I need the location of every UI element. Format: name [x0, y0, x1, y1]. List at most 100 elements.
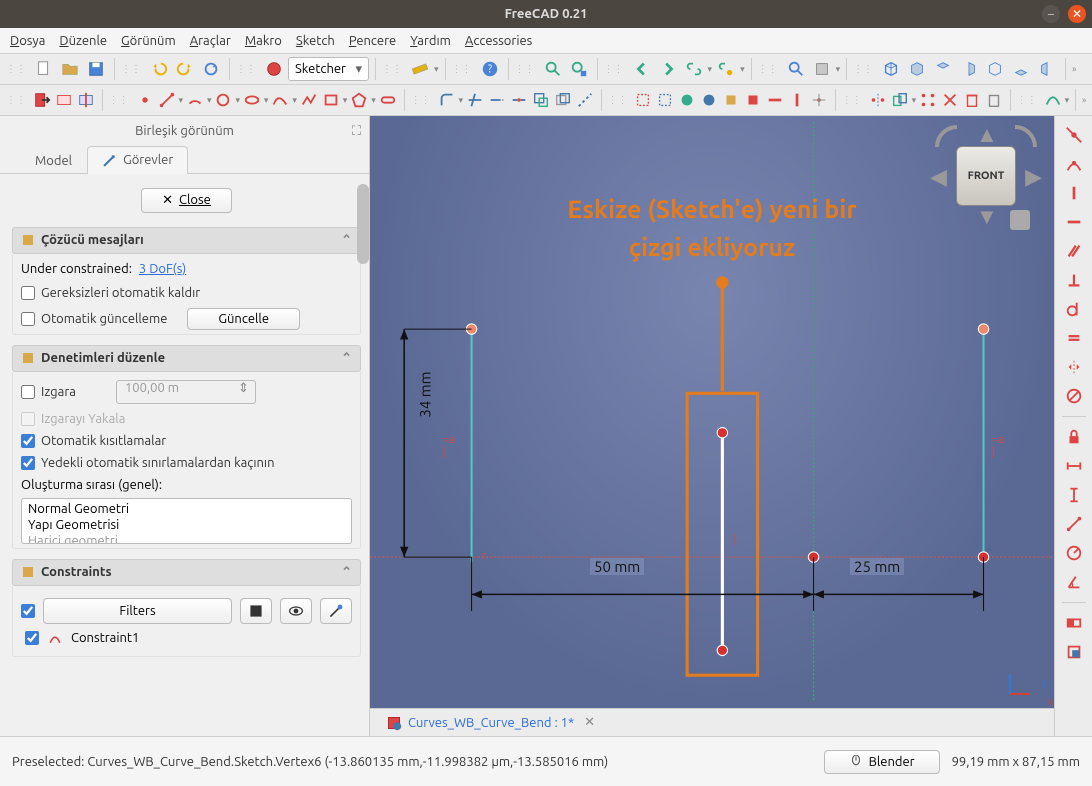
- redo-icon[interactable]: [173, 57, 197, 81]
- select-origin-icon[interactable]: [809, 88, 829, 112]
- select-conflicting-icon[interactable]: [743, 88, 763, 112]
- menu-macro[interactable]: Makro: [245, 34, 282, 48]
- cube-front-face[interactable]: FRONT: [956, 146, 1016, 206]
- select-vert-icon[interactable]: [787, 88, 807, 112]
- angle-constraint-icon[interactable]: [1061, 569, 1087, 595]
- perpendicular-constraint-icon[interactable]: [1061, 267, 1087, 293]
- tab-model[interactable]: Model: [20, 147, 87, 174]
- delete-geometry-icon[interactable]: [984, 88, 1004, 112]
- tangent-constraint-icon[interactable]: [1061, 296, 1087, 322]
- filters-button[interactable]: Filters: [43, 598, 232, 624]
- right-view-icon[interactable]: [957, 57, 981, 81]
- fit-selection-icon[interactable]: [567, 57, 591, 81]
- menu-sketch[interactable]: Sketch: [296, 34, 335, 48]
- grid-size-input[interactable]: 100,00 m: [116, 380, 256, 404]
- draw-style-icon[interactable]: [810, 57, 834, 81]
- avoid-redundant-checkbox[interactable]: Yedekli otomatik sınırlamalardan kaçının: [21, 456, 352, 470]
- line-icon[interactable]: [157, 88, 177, 112]
- ellipse-icon[interactable]: [242, 88, 262, 112]
- front-view-icon[interactable]: [905, 57, 929, 81]
- construction-icon[interactable]: [575, 88, 595, 112]
- update-button[interactable]: Güncelle: [187, 308, 300, 330]
- activate-constraint-icon[interactable]: [1061, 639, 1087, 665]
- parallel-constraint-icon[interactable]: [1061, 238, 1087, 264]
- vert-distance-icon[interactable]: [1061, 482, 1087, 508]
- refresh-icon[interactable]: [199, 57, 223, 81]
- iso-view-icon[interactable]: [879, 57, 903, 81]
- lock-constraint-icon[interactable]: [1061, 424, 1087, 450]
- navigation-cube[interactable]: ▲ ▼ ◀ ▶ FRONT: [938, 128, 1034, 224]
- radius-constraint-icon[interactable]: [1061, 540, 1087, 566]
- select-elements-icon[interactable]: [699, 88, 719, 112]
- bspline-icon[interactable]: [270, 88, 290, 112]
- whatsthis-icon[interactable]: ?: [478, 57, 502, 81]
- show-constraints-icon[interactable]: [677, 88, 697, 112]
- tab-tasks[interactable]: Görevler: [87, 146, 188, 174]
- expand-icon[interactable]: ⛶: [352, 124, 361, 139]
- solver-section-header[interactable]: Çözücü mesajları ⌃: [12, 227, 361, 254]
- vertical-constraint-icon[interactable]: [1061, 180, 1087, 206]
- external-icon[interactable]: [531, 88, 551, 112]
- menu-file[interactable]: Dosya: [10, 34, 45, 48]
- view-section-icon[interactable]: [76, 88, 96, 112]
- close-button[interactable]: ✕ Close: [141, 188, 232, 213]
- delete-constraints-icon[interactable]: [962, 88, 982, 112]
- auto-constraint-icon[interactable]: [320, 598, 352, 624]
- edit-controls-section-header[interactable]: Denetimleri düzenle ⌃: [12, 345, 361, 372]
- link-icon[interactable]: [682, 57, 706, 81]
- undo-icon[interactable]: [147, 57, 171, 81]
- trim-icon[interactable]: [465, 88, 485, 112]
- point-on-object-constraint-icon[interactable]: [1061, 151, 1087, 177]
- menu-view[interactable]: Görünüm: [121, 34, 176, 48]
- toggle-driving-icon[interactable]: [1061, 610, 1087, 636]
- fit-all-icon[interactable]: [541, 57, 565, 81]
- save-icon[interactable]: [84, 57, 108, 81]
- equal-constraint-icon[interactable]: [1061, 325, 1087, 351]
- mini-cube-icon[interactable]: [1010, 210, 1030, 230]
- polyline-icon[interactable]: [299, 88, 319, 112]
- filters-checkbox[interactable]: [21, 604, 35, 618]
- close-tab-icon[interactable]: ✕: [584, 715, 595, 730]
- constraint-item[interactable]: Constraint1: [21, 624, 352, 652]
- arc-icon[interactable]: [185, 88, 205, 112]
- close-window-button[interactable]: ✕: [1068, 5, 1086, 23]
- constraints-section-header[interactable]: Constraints ⌃: [12, 559, 361, 586]
- menu-help[interactable]: Yardım: [410, 34, 451, 48]
- distance-constraint-icon[interactable]: [1061, 511, 1087, 537]
- minimize-button[interactable]: –: [1042, 5, 1060, 23]
- auto-update-checkbox[interactable]: Otomatik güncelleme: [21, 312, 167, 326]
- visibility-icon[interactable]: [280, 598, 312, 624]
- extend-icon[interactable]: [487, 88, 507, 112]
- remove-align-icon[interactable]: [940, 88, 960, 112]
- horiz-distance-icon[interactable]: [1061, 453, 1087, 479]
- menu-edit[interactable]: Düzenle: [59, 34, 107, 48]
- nav-forward-icon[interactable]: [656, 57, 680, 81]
- auto-constraints-checkbox[interactable]: Otomatik kısıtlamalar: [21, 434, 352, 448]
- circle-icon[interactable]: [214, 88, 234, 112]
- nav-back-icon[interactable]: [630, 57, 654, 81]
- select-dof-icon[interactable]: [633, 88, 653, 112]
- fillet-icon[interactable]: [437, 88, 457, 112]
- select-horiz-icon[interactable]: [765, 88, 785, 112]
- menu-tools[interactable]: Araçlar: [190, 34, 231, 48]
- leave-sketch-icon[interactable]: [32, 88, 52, 112]
- grid-checkbox[interactable]: Izgara: [21, 385, 76, 399]
- filters-settings-icon[interactable]: [240, 598, 272, 624]
- open-file-icon[interactable]: [58, 57, 82, 81]
- new-file-icon[interactable]: [32, 57, 56, 81]
- scrollbar-thumb[interactable]: [357, 184, 369, 264]
- bottom-view-icon[interactable]: [1009, 57, 1033, 81]
- point-icon[interactable]: [135, 88, 155, 112]
- view-sketch-icon[interactable]: [54, 88, 74, 112]
- menu-window[interactable]: Pencere: [349, 34, 396, 48]
- coincident-constraint-icon[interactable]: [1061, 122, 1087, 148]
- bspline-degree-icon[interactable]: [1043, 88, 1063, 112]
- sketch-canvas[interactable]: =a | r =a | | 34 mm 50 mm 25 mm Eskize (…: [370, 116, 1054, 708]
- menu-accessories[interactable]: Accessories: [465, 34, 532, 48]
- polygon-icon[interactable]: [349, 88, 369, 112]
- zoom-all-icon[interactable]: [784, 57, 808, 81]
- carbon-copy-icon[interactable]: [553, 88, 573, 112]
- link-select-icon[interactable]: [714, 57, 738, 81]
- split-icon[interactable]: [509, 88, 529, 112]
- auto-remove-checkbox[interactable]: Gereksizleri otomatik kaldır: [21, 286, 352, 300]
